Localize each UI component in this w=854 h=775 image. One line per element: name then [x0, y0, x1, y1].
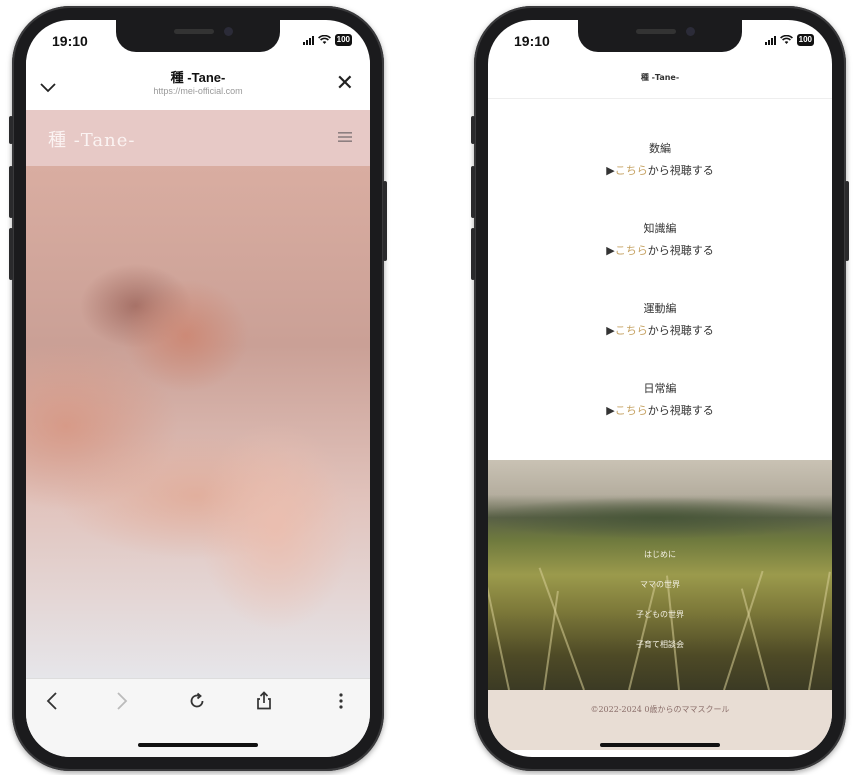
watch-link-accent[interactable]: こちら	[615, 404, 648, 417]
status-time: 19:10	[514, 33, 550, 49]
status-time: 19:10	[52, 33, 88, 49]
footer-link-intro[interactable]: はじめに	[488, 540, 832, 570]
wifi-icon	[779, 35, 793, 44]
site-header: 種 -Tane-	[26, 110, 370, 166]
divider	[488, 98, 832, 99]
home-indicator	[600, 743, 720, 747]
watch-link[interactable]: ▶こちらから視聴する	[488, 240, 832, 262]
phone-mockup-right: 19:10 100 種 -Tane- 数編 ▶こちらから視聴する 知識編 ▶こち…	[471, 6, 849, 771]
more-vertical-icon[interactable]	[338, 691, 344, 715]
browser-navigation-bar	[26, 678, 370, 757]
section-heading: 日常編	[643, 382, 677, 395]
site-logo[interactable]: 種 -Tane-	[48, 126, 135, 152]
notch	[578, 20, 742, 52]
share-icon[interactable]	[256, 691, 272, 715]
hamburger-icon[interactable]	[338, 127, 352, 148]
cellular-signal-icon	[302, 35, 314, 45]
footer-link-parenting-consult[interactable]: 子育て相談会	[488, 630, 832, 660]
section-heading: 数編	[649, 142, 671, 155]
cellular-signal-icon	[764, 35, 776, 45]
reload-icon[interactable]	[188, 691, 206, 715]
screen-right: 19:10 100 種 -Tane- 数編 ▶こちらから視聴する 知識編 ▶こち…	[488, 20, 832, 757]
page-title: 種 -Tane-	[640, 73, 680, 82]
section-heading: 運動編	[643, 302, 677, 315]
notch	[116, 20, 280, 52]
watch-link[interactable]: ▶こちらから視聴する	[488, 400, 832, 422]
watch-link-accent[interactable]: こちら	[615, 324, 648, 337]
video-section: 知識編 ▶こちらから視聴する	[488, 218, 832, 298]
watch-link-accent[interactable]: こちら	[615, 244, 648, 257]
wifi-icon	[317, 35, 331, 44]
section-heading: 知識編	[643, 222, 677, 235]
watch-link-accent[interactable]: こちら	[615, 164, 648, 177]
copyright: ©2022-2024 0歳からのママスクール	[488, 690, 832, 750]
in-app-browser-bar: 種 -Tane- https://mei-official.com ✕	[26, 60, 370, 110]
footer-link-kids-world[interactable]: 子どもの世界	[488, 600, 832, 630]
video-section: 運動編 ▶こちらから視聴する	[488, 298, 832, 378]
video-section: 数編 ▶こちらから視聴する	[488, 138, 832, 218]
browser-url: https://mei-official.com	[153, 86, 243, 96]
battery-icon: 100	[796, 34, 814, 46]
home-indicator	[138, 743, 258, 747]
browser-page-title: 種 -Tane-	[170, 70, 226, 85]
phone-mockup-left: 19:10 100 種 -Tane- https://mei-official.…	[9, 6, 387, 771]
watch-link[interactable]: ▶こちらから視聴する	[488, 160, 832, 182]
watch-link[interactable]: ▶こちらから視聴する	[488, 320, 832, 342]
chevron-left-icon[interactable]	[46, 691, 58, 715]
video-section-list: 数編 ▶こちらから視聴する 知識編 ▶こちらから視聴する 運動編 ▶こちらから視…	[488, 138, 832, 458]
footer-link-mama-world[interactable]: ママの世界	[488, 570, 832, 600]
battery-icon: 100	[334, 34, 352, 46]
screen-left: 19:10 100 種 -Tane- https://mei-official.…	[26, 20, 370, 757]
footer-nav: はじめに ママの世界 子どもの世界 子育て相談会	[488, 540, 832, 660]
video-section: 日常編 ▶こちらから視聴する	[488, 378, 832, 458]
hero-image	[26, 166, 370, 679]
close-icon[interactable]: ✕	[336, 71, 354, 96]
chevron-right-icon[interactable]	[116, 691, 128, 715]
